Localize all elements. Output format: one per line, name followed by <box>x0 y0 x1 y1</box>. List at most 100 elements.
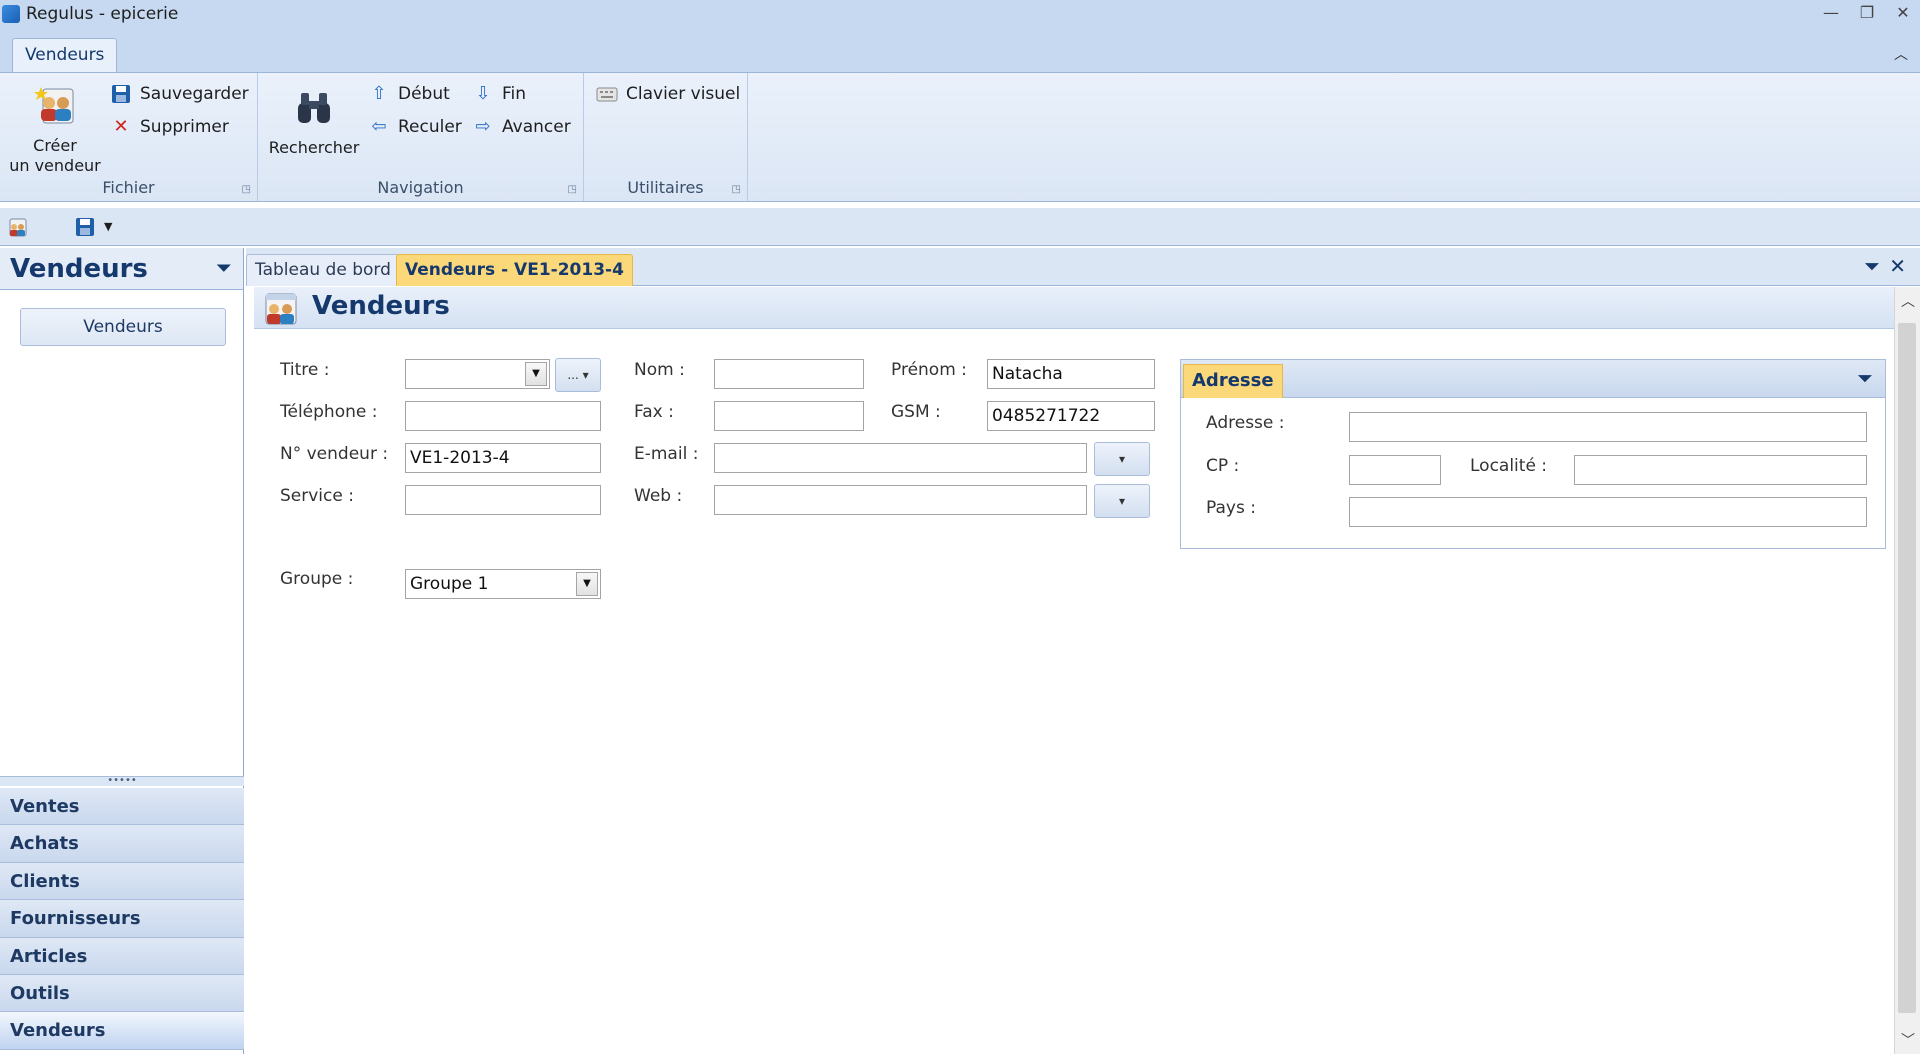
nom-input[interactable] <box>714 359 864 389</box>
ribbon-tab-vendeurs[interactable]: Vendeurs <box>12 38 118 72</box>
prenom-label: Prénom : <box>891 360 967 380</box>
groupe-combo[interactable]: Groupe 1 ▼ <box>405 569 601 599</box>
delete-icon: ✕ <box>113 116 129 137</box>
pays-label: Pays : <box>1206 498 1256 518</box>
arrow-left-icon: ⇦ <box>371 116 387 137</box>
close-tab-icon[interactable]: ✕ <box>1889 254 1906 278</box>
nav-group-clients[interactable]: Clients <box>0 862 244 901</box>
service-label: Service : <box>280 486 354 506</box>
gsm-label: GSM : <box>891 402 941 422</box>
create-vendor-quick-icon[interactable] <box>6 216 28 238</box>
save-label: Sauvegarder <box>140 84 249 104</box>
nav-group-vendeurs[interactable]: Vendeurs <box>0 1012 244 1050</box>
adresse-tab[interactable]: Adresse <box>1183 364 1283 398</box>
vertical-scrollbar[interactable]: ︿ ﹀ <box>1894 287 1920 1054</box>
titre-dropdown-icon[interactable]: ▼ <box>525 362 547 386</box>
localite-input[interactable] <box>1574 455 1867 485</box>
gsm-input[interactable]: 0485271722 <box>987 401 1155 431</box>
window-controls: — ❐ ✕ <box>1820 2 1914 24</box>
groupe-dropdown-icon[interactable]: ▼ <box>576 572 598 596</box>
search-label: Rechercher <box>268 138 360 157</box>
restore-button[interactable]: ❐ <box>1856 2 1878 24</box>
group-label-fichier: Fichier <box>102 178 155 197</box>
create-vendor-button[interactable]: Créer un vendeur <box>6 83 104 176</box>
forward-label: Avancer <box>502 117 571 137</box>
email-input[interactable] <box>714 443 1087 473</box>
cp-label: CP : <box>1206 456 1240 476</box>
fichier-dialog-launcher-icon[interactable]: ◳ <box>242 184 251 195</box>
navigation-dialog-launcher-icon[interactable]: ◳ <box>568 184 577 195</box>
cp-input[interactable] <box>1349 455 1441 485</box>
web-dropdown-button[interactable]: ▾ <box>1094 484 1150 518</box>
document-tab-bar: Tableau de bord Vendeurs - VE1-2013-4 ⏷ … <box>246 248 1920 286</box>
fax-input[interactable] <box>714 401 864 431</box>
vendors-icon <box>265 293 297 325</box>
nav-group-outils[interactable]: Outils <box>0 974 244 1013</box>
telephone-label: Téléphone : <box>280 402 378 422</box>
search-button[interactable]: Rechercher <box>268 85 360 158</box>
email-dropdown-button[interactable]: ▾ <box>1094 442 1150 476</box>
save-quick-icon[interactable] <box>74 216 96 238</box>
first-label: Début <box>398 84 450 104</box>
ellipsis-label: ... <box>567 368 579 382</box>
n-vendeur-input[interactable]: VE1-2013-4 <box>405 443 601 473</box>
adresse-header: Adresse ⏷ <box>1181 360 1885 398</box>
delete-button[interactable]: ✕ Supprimer <box>110 116 229 138</box>
adresse-input[interactable] <box>1349 412 1867 442</box>
delete-label: Supprimer <box>140 117 229 137</box>
nav-groups: Ventes Achats Clients Fournisseurs Artic… <box>0 788 244 1050</box>
nav-group-articles[interactable]: Articles <box>0 937 244 975</box>
nav-vendeurs-button[interactable]: Vendeurs <box>20 308 226 346</box>
last-label: Fin <box>502 84 527 104</box>
last-button[interactable]: ⇩ Fin <box>472 83 526 105</box>
create-vendor-label-2: un vendeur <box>9 156 101 175</box>
navigation-pane: Vendeurs ⏷ Vendeurs ••••• Ventes Achats … <box>0 248 244 1054</box>
adresse-menu-icon[interactable]: ⏷ <box>1857 366 1873 390</box>
virtual-keyboard-button[interactable]: Clavier visuel <box>596 83 740 105</box>
create-vendor-icon <box>34 87 74 124</box>
forward-button[interactable]: ⇨ Avancer <box>472 116 571 138</box>
minimize-button[interactable]: — <box>1820 2 1842 24</box>
adresse-label: Adresse : <box>1206 413 1285 433</box>
pays-input[interactable] <box>1349 497 1867 527</box>
titre-combo[interactable]: ▼ <box>405 359 550 389</box>
quick-access-toolbar: ▼ <box>0 208 1920 246</box>
tab-vendeurs-record[interactable]: Vendeurs - VE1-2013-4 <box>396 254 633 286</box>
web-input[interactable] <box>714 485 1087 515</box>
titre-ellipsis-button[interactable]: ... ▾ <box>555 358 601 392</box>
ribbon-tab-bar: Vendeurs ︿ <box>0 28 1920 72</box>
scroll-up-icon[interactable]: ︿ <box>1901 291 1915 311</box>
back-label: Reculer <box>398 117 462 137</box>
telephone-input[interactable] <box>405 401 601 431</box>
web-label: Web : <box>634 486 683 506</box>
nav-group-ventes[interactable]: Ventes <box>0 788 244 826</box>
keyboard-icon <box>596 87 618 102</box>
ribbon-group-fichier: Créer un vendeur Sauvegarder ✕ Supprimer… <box>0 73 258 201</box>
first-button[interactable]: ⇧ Début <box>368 83 450 105</box>
nav-group-achats[interactable]: Achats <box>0 825 244 863</box>
groupe-label: Groupe : <box>280 569 354 589</box>
ribbon-collapse-icon[interactable]: ︿ <box>1894 44 1908 64</box>
utilitaires-dialog-launcher-icon[interactable]: ◳ <box>732 184 741 195</box>
close-button[interactable]: ✕ <box>1892 2 1914 24</box>
create-vendor-label-1: Créer <box>33 136 77 155</box>
tab-list-menu-icon[interactable]: ⏷ <box>1864 254 1880 278</box>
tab-tableau-de-bord[interactable]: Tableau de bord <box>246 254 400 286</box>
virtual-keyboard-label: Clavier visuel <box>626 84 741 104</box>
binoculars-icon <box>298 93 330 123</box>
save-button[interactable]: Sauvegarder <box>110 83 249 105</box>
panel-header: Vendeurs <box>254 287 1894 329</box>
nav-group-fournisseurs[interactable]: Fournisseurs <box>0 900 244 938</box>
titre-label: Titre : <box>280 360 330 380</box>
app-icon <box>2 5 20 23</box>
scrollbar-thumb[interactable] <box>1898 323 1916 1013</box>
arrow-right-icon: ⇨ <box>475 116 491 137</box>
back-button[interactable]: ⇦ Reculer <box>368 116 462 138</box>
service-input[interactable] <box>405 485 601 515</box>
prenom-input[interactable]: Natacha <box>987 359 1155 389</box>
nav-pane-menu-icon[interactable]: ⏷ <box>217 248 231 290</box>
customize-toolbar-icon[interactable]: ▼ <box>104 220 126 242</box>
groupe-value: Groupe 1 <box>410 574 489 594</box>
scroll-down-icon[interactable]: ﹀ <box>1901 1030 1915 1050</box>
nav-pane-splitter[interactable]: ••••• <box>0 776 244 786</box>
